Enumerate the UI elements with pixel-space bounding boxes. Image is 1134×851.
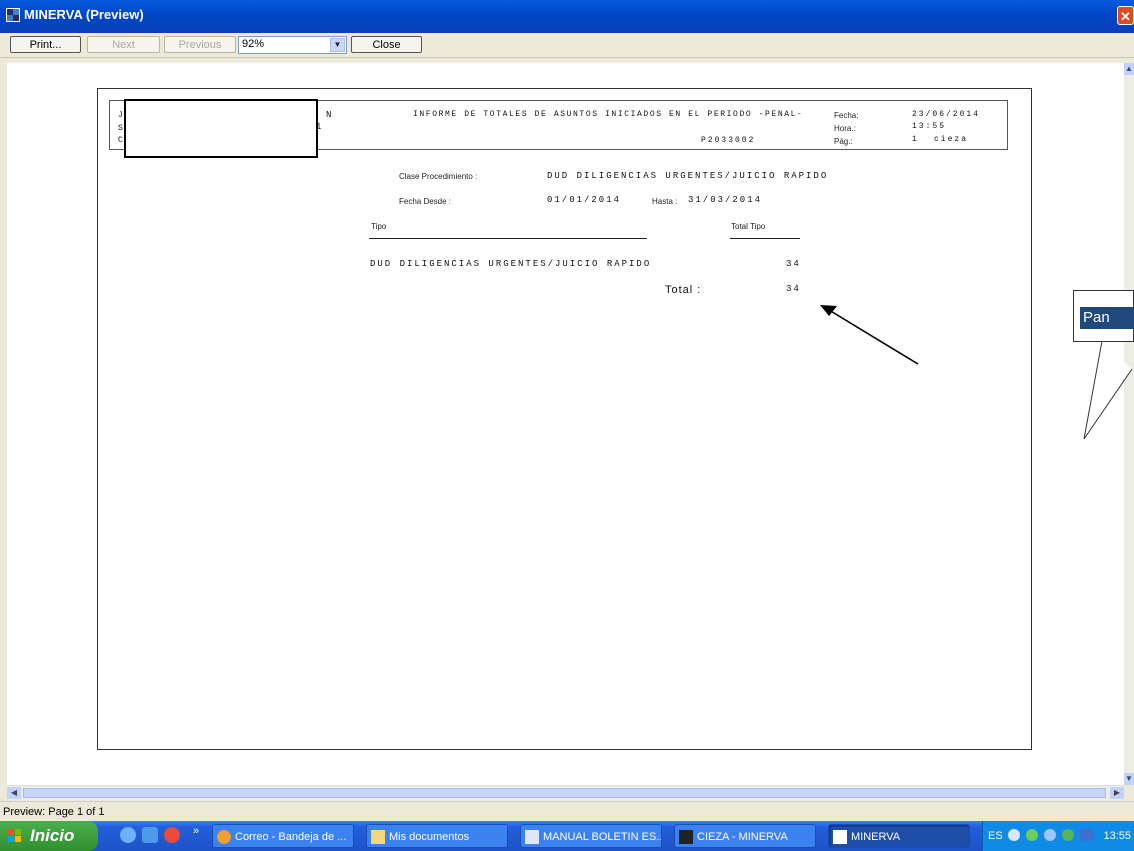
- print-button[interactable]: Print...: [10, 36, 81, 53]
- next-button[interactable]: Next: [87, 36, 160, 53]
- tray-icon[interactable]: [1008, 829, 1020, 841]
- divider: [730, 238, 800, 239]
- hora-value: 13:55: [912, 122, 947, 131]
- col-header-tipo: Tipo: [371, 222, 387, 231]
- system-tray: ES 13:55: [982, 821, 1134, 851]
- windows-flag-icon: [8, 829, 22, 843]
- chevron-down-icon[interactable]: ▼: [330, 38, 345, 52]
- hasta-label: Hasta :: [652, 197, 678, 206]
- chrome-icon[interactable]: [164, 827, 180, 843]
- close-preview-button[interactable]: Close: [351, 36, 422, 53]
- callout-label: Pan: [1080, 307, 1134, 329]
- tray-icon[interactable]: [1080, 829, 1094, 841]
- tray-icon[interactable]: [1044, 829, 1056, 841]
- row-total: 34: [786, 259, 801, 269]
- tray-icon[interactable]: [1062, 829, 1074, 841]
- total-value: 34: [786, 284, 801, 294]
- horizontal-scroll-thumb[interactable]: [23, 788, 1106, 798]
- fecha-desde-value: 01/01/2014: [547, 195, 622, 205]
- taskbar-button-minerva[interactable]: MINERVA: [828, 824, 970, 848]
- pag-label: Pág.:: [834, 137, 853, 146]
- taskbar-button-mail[interactable]: Correo - Bandeja de ...: [212, 824, 354, 848]
- place-name: cieza: [934, 135, 969, 144]
- tray-icon[interactable]: [1026, 829, 1038, 841]
- task-label: MANUAL BOLETIN ES...: [543, 831, 662, 843]
- fecha-label: Fecha:: [834, 111, 859, 120]
- scroll-up-icon[interactable]: ▲: [1124, 63, 1134, 75]
- window-title: MINERVA (Preview): [24, 7, 144, 22]
- internet-explorer-icon[interactable]: [142, 827, 158, 843]
- horizontal-scrollbar[interactable]: ◀ ▶: [7, 785, 1124, 800]
- taskbar: Inicio » Correo - Bandeja de ... Mis doc…: [0, 821, 1134, 851]
- total-label: Total :: [665, 284, 702, 296]
- task-label: CIEZA - MINERVA: [697, 831, 788, 843]
- zoom-dropdown[interactable]: 92% ▼: [238, 36, 347, 54]
- hasta-value: 31/03/2014: [688, 195, 763, 205]
- clase-label: Clase Procedimiento :: [399, 172, 478, 181]
- annotation-arrow: [820, 305, 919, 365]
- report-page: [97, 88, 1032, 750]
- fecha-value: 23/06/2014: [912, 110, 981, 119]
- redaction-box: [124, 99, 318, 158]
- col-header-total-tipo: Total Tipo: [731, 222, 766, 231]
- language-indicator[interactable]: ES: [988, 830, 1003, 842]
- close-window-button[interactable]: ✕: [1117, 6, 1134, 25]
- row-tipo: DUD DILIGENCIAS URGENTES/JUICIO RAPIDO: [370, 259, 652, 269]
- scroll-down-icon[interactable]: ▼: [1124, 773, 1134, 785]
- report-code: P2033002: [701, 136, 756, 145]
- minerva-app-icon: [833, 830, 847, 844]
- start-label: Inicio: [30, 826, 75, 845]
- task-label: Mis documentos: [389, 831, 470, 843]
- mail-icon: [217, 830, 231, 844]
- hora-label: Hora.:: [834, 124, 856, 133]
- quicklaunch-icon[interactable]: [120, 827, 136, 843]
- pag-value: 1: [912, 135, 919, 144]
- console-icon: [679, 830, 693, 844]
- status-bar: Preview: Page 1 of 1: [0, 801, 1134, 822]
- taskbar-button-manual[interactable]: MANUAL BOLETIN ES...: [520, 824, 662, 848]
- scroll-right-icon[interactable]: ▶: [1110, 787, 1124, 799]
- title-bar: MINERVA (Preview) ✕: [0, 0, 1134, 33]
- task-label: Correo - Bandeja de ...: [235, 831, 347, 843]
- fecha-desde-label: Fecha Desde :: [399, 197, 452, 206]
- callout-tail: [1083, 341, 1133, 440]
- report-title: INFORME DE TOTALES DE ASUNTOS INICIADOS …: [413, 110, 804, 119]
- zoom-value: 92%: [242, 38, 265, 50]
- preview-toolbar: Print... Next Previous 92% ▼ Close: [0, 33, 1134, 58]
- divider: [369, 238, 647, 239]
- previous-button[interactable]: Previous: [164, 36, 236, 53]
- task-label: MINERVA: [851, 831, 901, 843]
- taskbar-button-documents[interactable]: Mis documentos: [366, 824, 508, 848]
- minerva-app-icon: [6, 8, 20, 22]
- taskbar-button-cieza[interactable]: CIEZA - MINERVA: [674, 824, 816, 848]
- quicklaunch-overflow-icon[interactable]: »: [193, 825, 199, 837]
- clock[interactable]: 13:55: [1103, 830, 1131, 842]
- clase-value: DUD DILIGENCIAS URGENTES/JUICIO RAPIDO: [547, 171, 829, 181]
- scroll-left-icon[interactable]: ◀: [7, 787, 21, 799]
- start-button[interactable]: Inicio: [0, 821, 98, 851]
- document-icon: [525, 830, 539, 844]
- folder-icon: [371, 830, 385, 844]
- status-text: Preview: Page 1 of 1: [3, 806, 105, 818]
- header-fragment: N: [326, 110, 334, 120]
